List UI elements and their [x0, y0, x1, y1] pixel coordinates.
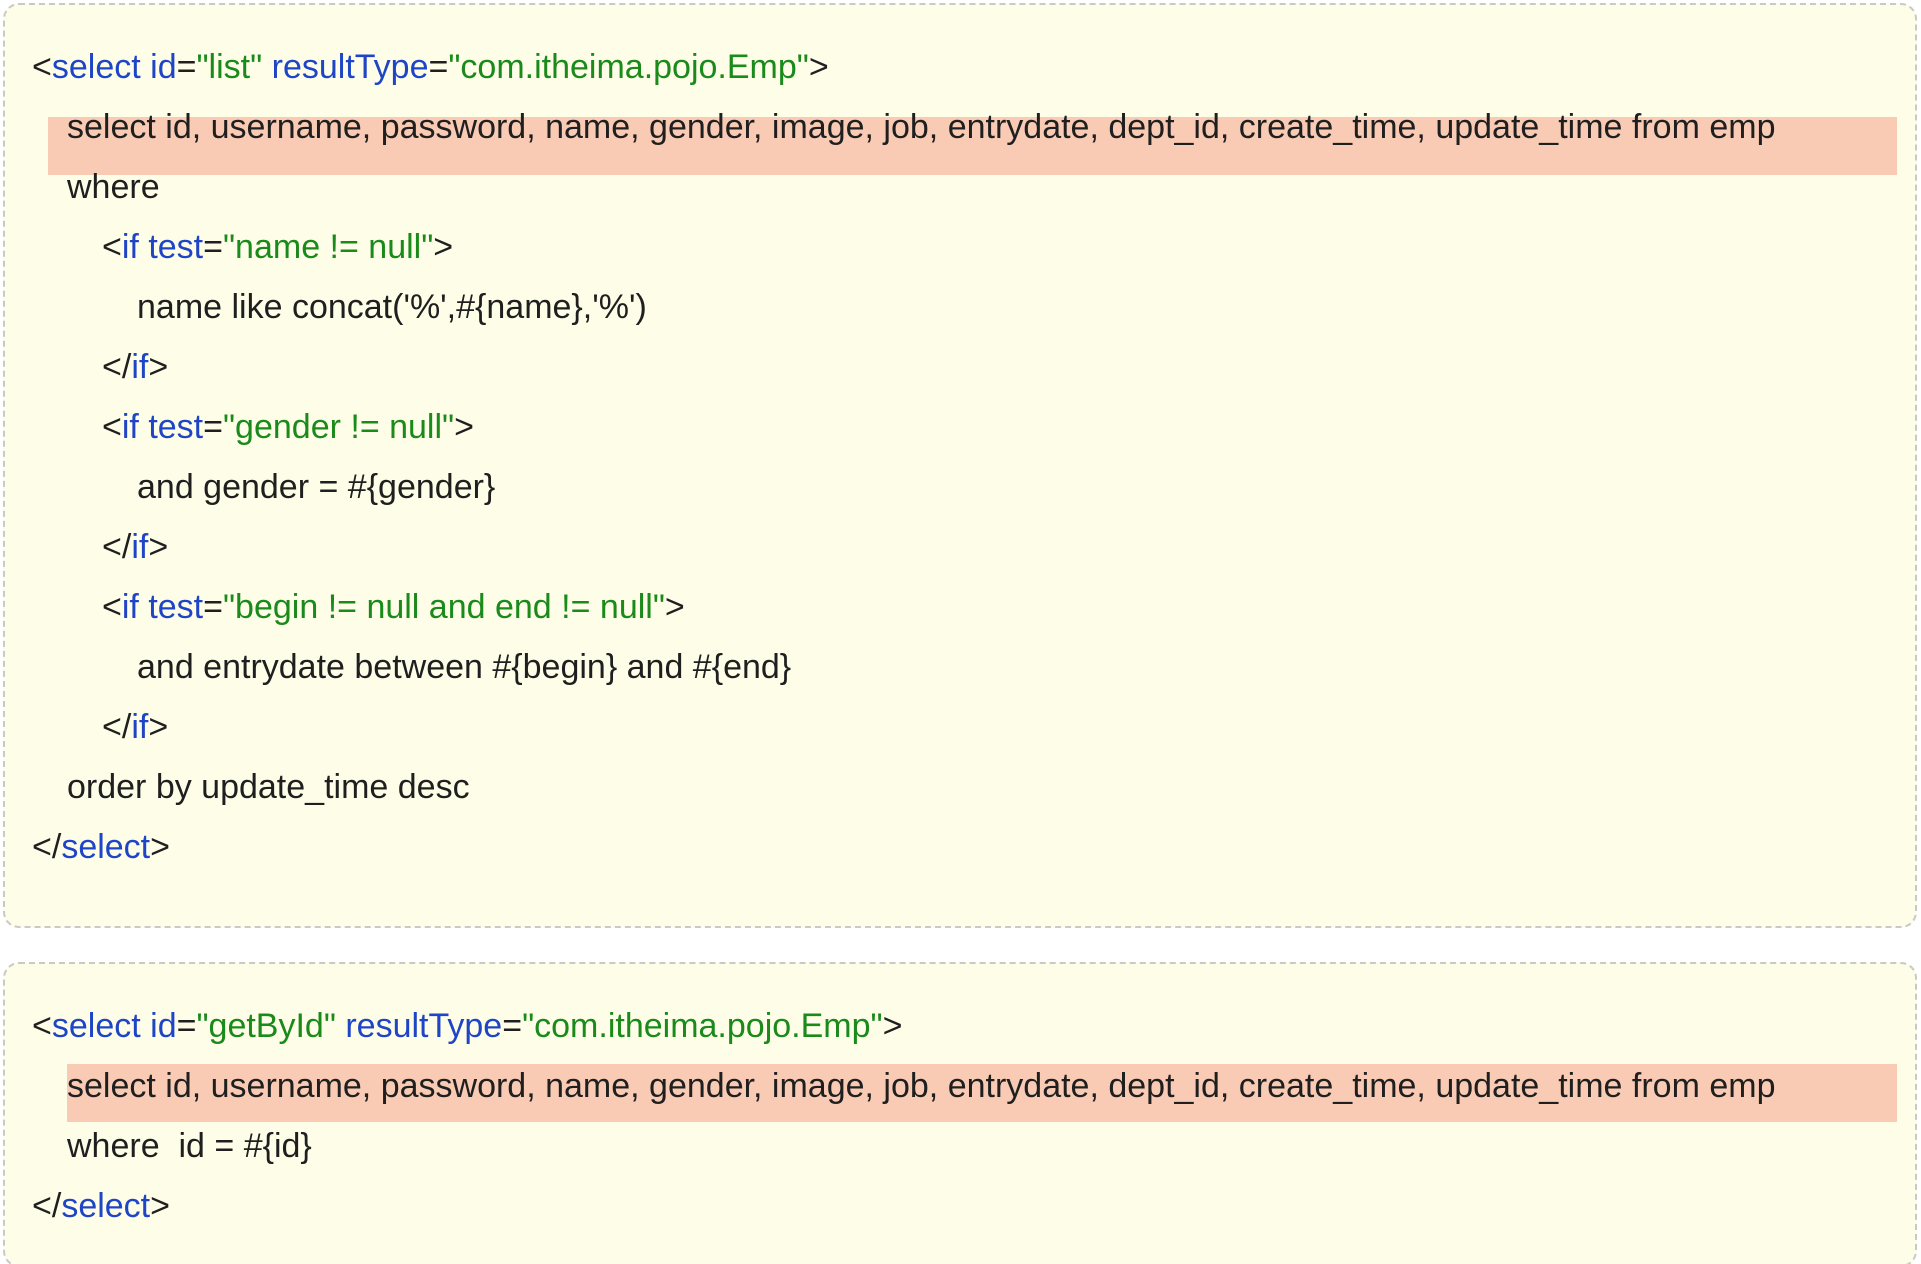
- code-line: where: [67, 157, 160, 217]
- code-tag-name: select: [61, 1187, 151, 1225]
- code-attribute-value: "list": [196, 48, 263, 86]
- code-punctuation: =: [203, 588, 223, 626]
- code-line: </if>: [102, 517, 168, 577]
- code-punctuation: <: [102, 408, 122, 446]
- code-line: <if test="name != null">: [102, 217, 453, 277]
- code-text: and gender = #{gender}: [137, 468, 496, 506]
- code-punctuation: </: [102, 528, 132, 566]
- code-punctuation: >: [808, 48, 829, 86]
- code-text: select id, username, password, name, gen…: [67, 108, 1776, 146]
- code-text: select id, username, password, name, gen…: [67, 1067, 1776, 1105]
- code-punctuation: =: [176, 1007, 197, 1045]
- code-punctuation: >: [664, 588, 685, 626]
- code-attribute-value: "gender != null": [222, 408, 455, 446]
- code-punctuation: >: [148, 708, 169, 746]
- code-punctuation: <: [32, 48, 52, 86]
- code-attribute-value: "name != null": [222, 228, 434, 266]
- code-attribute: id: [150, 48, 177, 86]
- code-tag-name: if: [131, 348, 149, 386]
- code-line: <if test="begin != null and end != null"…: [102, 577, 685, 637]
- code-punctuation: <: [32, 1007, 52, 1045]
- code-block-list-query: <select id="list" resultType="com.itheim…: [3, 3, 1917, 928]
- code-punctuation: >: [148, 528, 169, 566]
- code-tag-name: if: [121, 408, 139, 446]
- code-punctuation: >: [150, 828, 170, 866]
- code-line: where id = #{id}: [67, 1116, 312, 1176]
- code-text: where id = #{id}: [67, 1127, 312, 1165]
- code-line: select id, username, password, name, gen…: [67, 1056, 1775, 1116]
- code-punctuation: =: [428, 48, 449, 86]
- code-punctuation: =: [203, 408, 223, 446]
- code-attribute-value: "com.itheima.pojo.Emp": [522, 1007, 883, 1045]
- code-punctuation: =: [502, 1007, 523, 1045]
- code-block-getbyid-query: <select id="getById" resultType="com.ith…: [3, 962, 1917, 1264]
- code-punctuation: </: [102, 348, 132, 386]
- code-line: <select id="list" resultType="com.itheim…: [32, 37, 829, 97]
- code-line: </if>: [102, 697, 168, 757]
- code-line: </select>: [32, 1176, 170, 1236]
- code-text: and entrydate between #{begin} and #{end…: [137, 648, 792, 686]
- code-tag-name: if: [131, 708, 149, 746]
- code-attribute: test: [148, 228, 204, 266]
- code-line: name like concat('%',#{name},'%'): [137, 277, 647, 337]
- code-line: <if test="gender != null">: [102, 397, 474, 457]
- code-tag-name: if: [131, 528, 149, 566]
- code-attribute: resultType: [271, 48, 429, 86]
- code-attribute: test: [148, 408, 204, 446]
- code-punctuation: =: [203, 228, 223, 266]
- code-punctuation: >: [433, 228, 454, 266]
- code-punctuation: <: [102, 588, 122, 626]
- code-punctuation: </: [32, 1187, 62, 1225]
- code-attribute-value: "begin != null and end != null": [222, 588, 665, 626]
- code-tag-name: select: [51, 48, 141, 86]
- code-tag-name: if: [121, 228, 139, 266]
- code-punctuation: <: [102, 228, 122, 266]
- code-attribute: resultType: [345, 1007, 503, 1045]
- code-attribute-value: "getById": [196, 1007, 336, 1045]
- code-punctuation: >: [148, 348, 169, 386]
- code-line: </select>: [32, 817, 170, 877]
- code-text: where: [67, 168, 160, 206]
- code-punctuation: >: [882, 1007, 903, 1045]
- code-tag-name: select: [51, 1007, 141, 1045]
- code-attribute: test: [148, 588, 204, 626]
- code-line: order by update_time desc: [67, 757, 470, 817]
- code-tag-name: if: [121, 588, 139, 626]
- code-attribute: id: [150, 1007, 177, 1045]
- code-line: select id, username, password, name, gen…: [67, 97, 1775, 157]
- code-line: and entrydate between #{begin} and #{end…: [137, 637, 791, 697]
- code-punctuation: >: [150, 1187, 170, 1225]
- code-punctuation: </: [32, 828, 62, 866]
- code-line: </if>: [102, 337, 168, 397]
- code-punctuation: </: [102, 708, 132, 746]
- code-tag-name: select: [61, 828, 151, 866]
- code-punctuation: >: [454, 408, 474, 446]
- code-line: <select id="getById" resultType="com.ith…: [32, 996, 902, 1056]
- code-line: and gender = #{gender}: [137, 457, 495, 517]
- code-punctuation: =: [176, 48, 197, 86]
- code-text: order by update_time desc: [67, 768, 470, 806]
- code-text: name like concat('%',#{name},'%'): [137, 288, 647, 326]
- code-attribute-value: "com.itheima.pojo.Emp": [448, 48, 809, 86]
